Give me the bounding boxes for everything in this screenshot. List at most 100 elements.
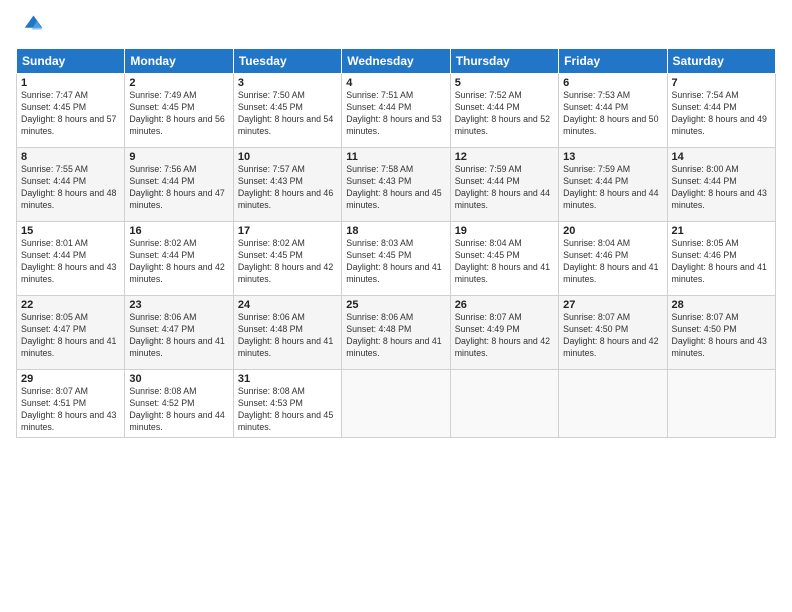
day-number: 21 bbox=[672, 225, 771, 237]
calendar-cell: 24 Sunrise: 8:06 AMSunset: 4:48 PMDaylig… bbox=[233, 296, 341, 370]
cell-info: Sunrise: 8:02 AMSunset: 4:45 PMDaylight:… bbox=[238, 238, 333, 284]
cell-info: Sunrise: 8:07 AMSunset: 4:50 PMDaylight:… bbox=[563, 312, 658, 358]
cell-info: Sunrise: 7:52 AMSunset: 4:44 PMDaylight:… bbox=[455, 90, 550, 136]
cell-info: Sunrise: 8:00 AMSunset: 4:44 PMDaylight:… bbox=[672, 164, 767, 210]
calendar-week-5: 29 Sunrise: 8:07 AMSunset: 4:51 PMDaylig… bbox=[17, 370, 776, 438]
calendar-cell: 4 Sunrise: 7:51 AMSunset: 4:44 PMDayligh… bbox=[342, 74, 450, 148]
calendar-cell: 23 Sunrise: 8:06 AMSunset: 4:47 PMDaylig… bbox=[125, 296, 233, 370]
day-number: 5 bbox=[455, 77, 554, 89]
calendar-cell: 3 Sunrise: 7:50 AMSunset: 4:45 PMDayligh… bbox=[233, 74, 341, 148]
day-number: 31 bbox=[238, 373, 337, 385]
cell-info: Sunrise: 8:02 AMSunset: 4:44 PMDaylight:… bbox=[129, 238, 224, 284]
calendar-cell: 5 Sunrise: 7:52 AMSunset: 4:44 PMDayligh… bbox=[450, 74, 558, 148]
cell-info: Sunrise: 8:06 AMSunset: 4:47 PMDaylight:… bbox=[129, 312, 224, 358]
day-number: 23 bbox=[129, 299, 228, 311]
cell-info: Sunrise: 8:07 AMSunset: 4:49 PMDaylight:… bbox=[455, 312, 550, 358]
day-number: 27 bbox=[563, 299, 662, 311]
day-number: 9 bbox=[129, 151, 228, 163]
weekday-header-row: SundayMondayTuesdayWednesdayThursdayFrid… bbox=[17, 49, 776, 74]
calendar-week-2: 8 Sunrise: 7:55 AMSunset: 4:44 PMDayligh… bbox=[17, 148, 776, 222]
logo bbox=[16, 12, 48, 40]
day-number: 18 bbox=[346, 225, 445, 237]
calendar-cell: 19 Sunrise: 8:04 AMSunset: 4:45 PMDaylig… bbox=[450, 222, 558, 296]
calendar-cell: 10 Sunrise: 7:57 AMSunset: 4:43 PMDaylig… bbox=[233, 148, 341, 222]
day-number: 6 bbox=[563, 77, 662, 89]
day-number: 24 bbox=[238, 299, 337, 311]
calendar-cell: 28 Sunrise: 8:07 AMSunset: 4:50 PMDaylig… bbox=[667, 296, 775, 370]
weekday-header-monday: Monday bbox=[125, 49, 233, 74]
day-number: 20 bbox=[563, 225, 662, 237]
calendar-cell: 15 Sunrise: 8:01 AMSunset: 4:44 PMDaylig… bbox=[17, 222, 125, 296]
day-number: 11 bbox=[346, 151, 445, 163]
calendar-cell: 6 Sunrise: 7:53 AMSunset: 4:44 PMDayligh… bbox=[559, 74, 667, 148]
day-number: 1 bbox=[21, 77, 120, 89]
calendar-cell bbox=[667, 370, 775, 438]
day-number: 4 bbox=[346, 77, 445, 89]
calendar-cell: 30 Sunrise: 8:08 AMSunset: 4:52 PMDaylig… bbox=[125, 370, 233, 438]
cell-info: Sunrise: 8:06 AMSunset: 4:48 PMDaylight:… bbox=[238, 312, 333, 358]
calendar-cell: 21 Sunrise: 8:05 AMSunset: 4:46 PMDaylig… bbox=[667, 222, 775, 296]
calendar-week-1: 1 Sunrise: 7:47 AMSunset: 4:45 PMDayligh… bbox=[17, 74, 776, 148]
day-number: 12 bbox=[455, 151, 554, 163]
cell-info: Sunrise: 8:04 AMSunset: 4:46 PMDaylight:… bbox=[563, 238, 658, 284]
calendar-cell bbox=[450, 370, 558, 438]
cell-info: Sunrise: 8:03 AMSunset: 4:45 PMDaylight:… bbox=[346, 238, 441, 284]
day-number: 8 bbox=[21, 151, 120, 163]
cell-info: Sunrise: 7:51 AMSunset: 4:44 PMDaylight:… bbox=[346, 90, 441, 136]
calendar-cell: 8 Sunrise: 7:55 AMSunset: 4:44 PMDayligh… bbox=[17, 148, 125, 222]
calendar-cell: 17 Sunrise: 8:02 AMSunset: 4:45 PMDaylig… bbox=[233, 222, 341, 296]
cell-info: Sunrise: 7:49 AMSunset: 4:45 PMDaylight:… bbox=[129, 90, 224, 136]
weekday-header-wednesday: Wednesday bbox=[342, 49, 450, 74]
calendar-cell: 13 Sunrise: 7:59 AMSunset: 4:44 PMDaylig… bbox=[559, 148, 667, 222]
calendar-cell: 11 Sunrise: 7:58 AMSunset: 4:43 PMDaylig… bbox=[342, 148, 450, 222]
calendar-cell: 14 Sunrise: 8:00 AMSunset: 4:44 PMDaylig… bbox=[667, 148, 775, 222]
day-number: 22 bbox=[21, 299, 120, 311]
weekday-header-sunday: Sunday bbox=[17, 49, 125, 74]
calendar-cell: 31 Sunrise: 8:08 AMSunset: 4:53 PMDaylig… bbox=[233, 370, 341, 438]
calendar-cell: 16 Sunrise: 8:02 AMSunset: 4:44 PMDaylig… bbox=[125, 222, 233, 296]
cell-info: Sunrise: 8:07 AMSunset: 4:50 PMDaylight:… bbox=[672, 312, 767, 358]
cell-info: Sunrise: 7:59 AMSunset: 4:44 PMDaylight:… bbox=[455, 164, 550, 210]
day-number: 16 bbox=[129, 225, 228, 237]
cell-info: Sunrise: 7:55 AMSunset: 4:44 PMDaylight:… bbox=[21, 164, 116, 210]
weekday-header-friday: Friday bbox=[559, 49, 667, 74]
cell-info: Sunrise: 7:53 AMSunset: 4:44 PMDaylight:… bbox=[563, 90, 658, 136]
calendar-cell: 25 Sunrise: 8:06 AMSunset: 4:48 PMDaylig… bbox=[342, 296, 450, 370]
cell-info: Sunrise: 8:04 AMSunset: 4:45 PMDaylight:… bbox=[455, 238, 550, 284]
cell-info: Sunrise: 7:54 AMSunset: 4:44 PMDaylight:… bbox=[672, 90, 767, 136]
cell-info: Sunrise: 8:05 AMSunset: 4:47 PMDaylight:… bbox=[21, 312, 116, 358]
cell-info: Sunrise: 7:57 AMSunset: 4:43 PMDaylight:… bbox=[238, 164, 333, 210]
calendar-cell: 12 Sunrise: 7:59 AMSunset: 4:44 PMDaylig… bbox=[450, 148, 558, 222]
cell-info: Sunrise: 8:08 AMSunset: 4:52 PMDaylight:… bbox=[129, 386, 224, 432]
day-number: 7 bbox=[672, 77, 771, 89]
cell-info: Sunrise: 7:50 AMSunset: 4:45 PMDaylight:… bbox=[238, 90, 333, 136]
day-number: 2 bbox=[129, 77, 228, 89]
calendar-table: SundayMondayTuesdayWednesdayThursdayFrid… bbox=[16, 48, 776, 438]
cell-info: Sunrise: 8:01 AMSunset: 4:44 PMDaylight:… bbox=[21, 238, 116, 284]
calendar-cell: 27 Sunrise: 8:07 AMSunset: 4:50 PMDaylig… bbox=[559, 296, 667, 370]
calendar-cell: 29 Sunrise: 8:07 AMSunset: 4:51 PMDaylig… bbox=[17, 370, 125, 438]
day-number: 26 bbox=[455, 299, 554, 311]
calendar-cell: 26 Sunrise: 8:07 AMSunset: 4:49 PMDaylig… bbox=[450, 296, 558, 370]
calendar-cell: 7 Sunrise: 7:54 AMSunset: 4:44 PMDayligh… bbox=[667, 74, 775, 148]
day-number: 15 bbox=[21, 225, 120, 237]
day-number: 19 bbox=[455, 225, 554, 237]
day-number: 10 bbox=[238, 151, 337, 163]
weekday-header-saturday: Saturday bbox=[667, 49, 775, 74]
day-number: 30 bbox=[129, 373, 228, 385]
page: SundayMondayTuesdayWednesdayThursdayFrid… bbox=[0, 0, 792, 612]
calendar-cell: 22 Sunrise: 8:05 AMSunset: 4:47 PMDaylig… bbox=[17, 296, 125, 370]
calendar-cell bbox=[342, 370, 450, 438]
cell-info: Sunrise: 8:06 AMSunset: 4:48 PMDaylight:… bbox=[346, 312, 441, 358]
day-number: 25 bbox=[346, 299, 445, 311]
calendar-cell: 9 Sunrise: 7:56 AMSunset: 4:44 PMDayligh… bbox=[125, 148, 233, 222]
calendar-week-3: 15 Sunrise: 8:01 AMSunset: 4:44 PMDaylig… bbox=[17, 222, 776, 296]
day-number: 28 bbox=[672, 299, 771, 311]
day-number: 14 bbox=[672, 151, 771, 163]
weekday-header-tuesday: Tuesday bbox=[233, 49, 341, 74]
cell-info: Sunrise: 7:56 AMSunset: 4:44 PMDaylight:… bbox=[129, 164, 224, 210]
calendar-week-4: 22 Sunrise: 8:05 AMSunset: 4:47 PMDaylig… bbox=[17, 296, 776, 370]
calendar-cell: 20 Sunrise: 8:04 AMSunset: 4:46 PMDaylig… bbox=[559, 222, 667, 296]
cell-info: Sunrise: 8:08 AMSunset: 4:53 PMDaylight:… bbox=[238, 386, 333, 432]
calendar-cell bbox=[559, 370, 667, 438]
